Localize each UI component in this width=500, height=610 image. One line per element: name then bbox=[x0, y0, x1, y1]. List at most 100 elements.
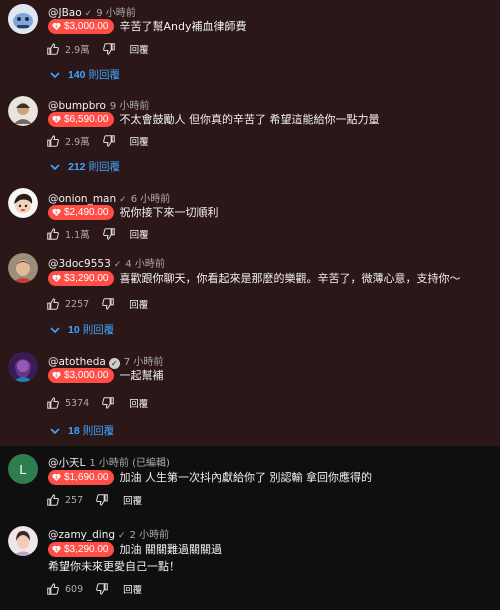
comment-item: @zamy_ding ✓ 2 小時前 $ $3,290.00 加油 關關難過關關過 希… bbox=[0, 518, 500, 610]
reply-label: 則回覆 bbox=[88, 69, 121, 81]
comment-header: @小天L 1 小時前 (已編輯) bbox=[48, 454, 170, 470]
thumbs-down-icon[interactable] bbox=[102, 134, 116, 148]
comment-author[interactable]: @小天L bbox=[48, 457, 85, 469]
reply-button[interactable]: 回覆 bbox=[130, 227, 149, 241]
reply-label: 則回覆 bbox=[82, 425, 115, 437]
thumbs-up-icon[interactable] bbox=[46, 582, 60, 596]
like-count: 2257 bbox=[65, 298, 90, 310]
thumbs-down-icon[interactable] bbox=[95, 493, 109, 507]
super-thanks-badge: $ $3,000.00 bbox=[48, 368, 114, 383]
comment-text: 加油 關關難過關關過 bbox=[119, 543, 223, 556]
reply-button[interactable]: 回覆 bbox=[130, 134, 149, 148]
thumbs-down-icon[interactable] bbox=[101, 297, 115, 311]
reply-button[interactable]: 回覆 bbox=[129, 297, 148, 311]
comment-author[interactable]: @bumpbro bbox=[48, 100, 106, 112]
super-thanks-badge: $ $3,290.00 bbox=[48, 542, 114, 557]
thumbs-up-icon[interactable] bbox=[46, 493, 60, 507]
comment-header: @zamy_ding ✓ 2 小時前 bbox=[48, 526, 169, 541]
dollar-heart-icon: $ bbox=[52, 545, 61, 554]
comment-feed: @JBao ✓ 9 小時前 $ $3,000.00 辛苦了幫Andy補血律師費 2.9… bbox=[0, 0, 500, 610]
thumbs-up-icon[interactable] bbox=[46, 134, 60, 148]
chevron-down-icon bbox=[50, 71, 60, 78]
thumbs-up-icon[interactable] bbox=[46, 42, 60, 56]
like-count: 5374 bbox=[65, 397, 90, 409]
avatar-letter: L bbox=[19, 461, 27, 477]
avatar[interactable] bbox=[8, 526, 38, 556]
dollar-heart-icon: $ bbox=[52, 473, 61, 482]
super-thanks-badge: $ $2,490.00 bbox=[48, 205, 114, 220]
reply-count: 10 bbox=[68, 323, 80, 336]
reply-label: 則回覆 bbox=[82, 324, 115, 336]
badge-amount: $3,290.00 bbox=[64, 273, 109, 284]
comment-item: @3doc9553 ✓ 4 小時前 $ $3,290.00 喜歡跟你聊天，你看起來是那… bbox=[0, 245, 500, 342]
thumbs-down-icon[interactable] bbox=[102, 227, 116, 241]
badge-amount: $2,490.00 bbox=[64, 207, 109, 218]
badge-amount: $1,690.00 bbox=[64, 472, 109, 483]
comment-author[interactable]: @atotheda bbox=[48, 356, 106, 368]
thumbs-down-icon[interactable] bbox=[95, 582, 109, 596]
avatar[interactable] bbox=[8, 4, 38, 34]
reply-button[interactable]: 回覆 bbox=[123, 582, 142, 596]
like-count: 2.9萬 bbox=[65, 45, 90, 56]
comment-header: @onion_man ✓ 6 小時前 bbox=[48, 190, 170, 205]
comment-time: 2 小時前 bbox=[129, 530, 170, 541]
comment-item: @onion_man ✓ 6 小時前 $ $2,490.00 祝你接下來一切順利 1.… bbox=[0, 180, 500, 245]
view-replies-button[interactable]: 140 則回覆 bbox=[50, 67, 120, 82]
comment-author[interactable]: @zamy_ding bbox=[48, 529, 115, 541]
verified-icon: ✓ bbox=[118, 531, 126, 541]
comment-item: L @小天L 1 小時前 (已編輯) $ $1,690.00 加油 人生第一次抖內獻… bbox=[0, 446, 500, 518]
reply-button[interactable]: 回覆 bbox=[129, 396, 148, 410]
reply-count: 18 bbox=[68, 424, 80, 437]
like-count: 2.9萬 bbox=[65, 137, 90, 148]
comment-item: @atotheda ✓ 7 小時前 $ $3,000.00 一起幫補 5374 回覆 … bbox=[0, 342, 500, 446]
comment-text: 一起幫補 bbox=[119, 369, 164, 382]
comment-text: 辛苦了幫Andy補血律師費 bbox=[119, 20, 247, 33]
thumbs-down-icon[interactable] bbox=[101, 396, 115, 410]
thumbs-up-icon[interactable] bbox=[46, 297, 60, 311]
comment-text: 祝你接下來一切順利 bbox=[119, 206, 219, 219]
super-thanks-badge: $ $3,000.00 bbox=[48, 19, 114, 34]
view-replies-button[interactable]: 212 則回覆 bbox=[50, 159, 120, 174]
like-count: 609 bbox=[65, 583, 84, 595]
comment-time: 4 小時前 bbox=[125, 259, 165, 270]
badge-amount: $3,000.00 bbox=[64, 370, 109, 381]
chevron-down-icon bbox=[50, 427, 60, 434]
comment-item: @JBao ✓ 9 小時前 $ $3,000.00 辛苦了幫Andy補血律師費 2.9… bbox=[0, 0, 500, 88]
super-thanks-badge: $ $1,690.00 bbox=[48, 470, 114, 485]
dollar-heart-icon: $ bbox=[52, 371, 61, 380]
comment-author[interactable]: @onion_man bbox=[48, 193, 116, 205]
badge-amount: $3,000.00 bbox=[64, 21, 109, 32]
avatar[interactable] bbox=[8, 188, 38, 218]
comment-header: @JBao ✓ 9 小時前 bbox=[48, 4, 136, 19]
comment-author[interactable]: @JBao bbox=[48, 7, 82, 19]
comment-text: 不太會鼓勵人 但你真的辛苦了 希望這能給你一點力量 bbox=[119, 113, 380, 126]
comment-author[interactable]: @3doc9553 bbox=[48, 258, 111, 270]
avatar[interactable]: L bbox=[8, 454, 38, 484]
dollar-heart-icon: $ bbox=[52, 22, 61, 31]
comment-text: 喜歡跟你聊天，你看起來是那麼的樂觀。辛苦了，微薄心意，支持你～ bbox=[119, 272, 461, 285]
avatar[interactable] bbox=[8, 96, 38, 126]
avatar[interactable] bbox=[8, 352, 38, 382]
super-thanks-badge: $ $6,590.00 bbox=[48, 112, 114, 127]
reply-button[interactable]: 回覆 bbox=[130, 42, 149, 56]
like-count: 1.1萬 bbox=[65, 230, 90, 241]
comment-text-line2: 希望你未來更愛自己一點！ bbox=[48, 560, 180, 573]
badge-amount: $3,290.00 bbox=[64, 544, 109, 555]
reply-label: 則回覆 bbox=[88, 161, 121, 173]
comment-text: 加油 人生第一次抖內獻給你了 別認輸 拿回你應得的 bbox=[119, 471, 373, 484]
chevron-down-icon bbox=[50, 326, 60, 333]
chevron-down-icon bbox=[50, 163, 60, 170]
verified-icon: ✓ bbox=[84, 9, 93, 19]
view-replies-button[interactable]: 18 則回覆 bbox=[50, 423, 114, 438]
comment-time: 1 小時前 (已編輯) bbox=[89, 458, 170, 469]
comment-item: @bumpbro 9 小時前 $ $6,590.00 不太會鼓勵人 但你真的辛苦了 … bbox=[0, 88, 500, 180]
thumbs-up-icon[interactable] bbox=[46, 396, 60, 410]
reply-count: 212 bbox=[68, 160, 86, 173]
verified-icon: ✓ bbox=[113, 260, 122, 270]
thumbs-up-icon[interactable] bbox=[46, 227, 60, 241]
super-thanks-badge: $ $3,290.00 bbox=[48, 271, 114, 286]
view-replies-button[interactable]: 10 則回覆 bbox=[50, 322, 114, 337]
thumbs-down-icon[interactable] bbox=[102, 42, 116, 56]
avatar[interactable] bbox=[8, 253, 38, 283]
reply-button[interactable]: 回覆 bbox=[123, 493, 142, 507]
